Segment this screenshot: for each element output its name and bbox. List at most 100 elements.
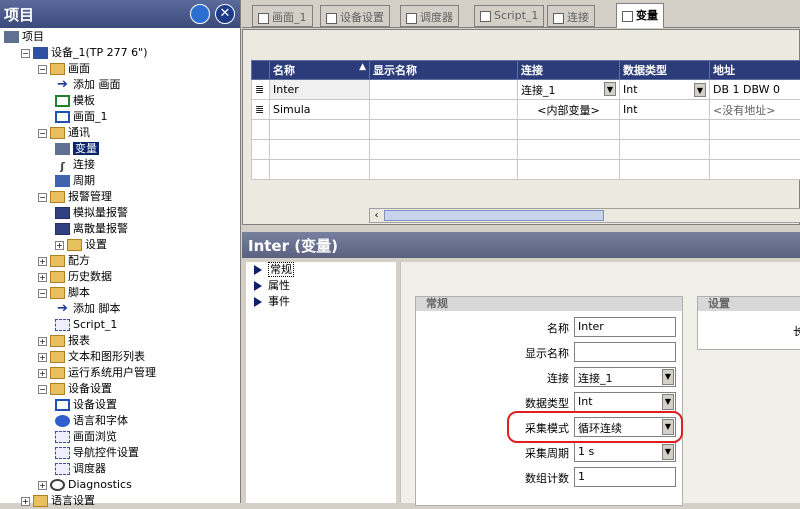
tree-item[interactable]: +文本和图形列表 [38,349,145,365]
expand-icon[interactable]: + [38,481,47,490]
field-input[interactable] [574,342,676,362]
field-input[interactable]: 连接_1 ▼ [574,367,676,387]
tab-4[interactable]: 连接 [547,5,595,27]
tree-item-label: 设备设置 [68,382,112,395]
tree-item[interactable]: ➔添加 脚本 [55,301,121,317]
chevron-down-icon[interactable]: ▼ [604,82,616,96]
tag-name-cell[interactable]: Simula [270,100,370,120]
tree-item[interactable]: −画面 [38,61,90,77]
collapse-icon[interactable]: − [38,193,47,202]
tree-item[interactable]: −通讯 [38,125,90,141]
column-header-name[interactable]: 名称▲ [270,61,370,80]
tree-item[interactable]: + 配方 [38,253,90,269]
collapse-icon[interactable]: − [38,129,47,138]
tree-item[interactable]: +设置 [55,237,107,253]
tree-item-label: 设备设置 [73,398,117,411]
chevron-down-icon[interactable]: ▼ [694,83,706,97]
general-group: 常规 名称Inter显示名称连接连接_1▼数据类型Int▼采集模式循环连续▼采集… [415,296,683,506]
tag-data-type-cell[interactable]: Int▼ [620,80,710,100]
tree-item[interactable]: ʃ连接 [55,157,95,173]
scheduler-icon [406,13,417,24]
expand-icon[interactable]: + [21,497,30,506]
table-row[interactable]: ≣ Simula <内部变量> Int <没有地址> [252,100,800,120]
expand-icon[interactable]: + [55,241,64,250]
scroll-left-icon[interactable]: ‹ [370,209,383,222]
tag-data-type-cell[interactable]: Int [620,100,710,120]
field-input[interactable]: Inter [574,317,676,337]
field-label: 名称 [547,320,569,336]
collapse-icon[interactable]: − [38,385,47,394]
tree-item[interactable]: 导航控件设置 [55,445,139,461]
tree-item[interactable]: +语言设置 [21,493,95,509]
tree-item[interactable]: 设备设置 [55,397,117,413]
tree-item[interactable]: 画面_1 [55,109,108,125]
field-input[interactable]: 1 s▼ [574,442,676,462]
tree-item[interactable]: 画面浏览 [55,429,117,445]
field-value: 连接_1 [578,372,613,385]
row-selector-icon[interactable]: ≣ [252,80,270,100]
tab-1[interactable]: 设备设置 [320,5,390,27]
tree-item[interactable]: − 设备设置 [38,381,112,397]
tag-connection-cell[interactable]: <内部变量> [518,100,620,120]
nav-item-properties[interactable]: 属性 [254,278,290,294]
tag-address-cell[interactable]: DB 1 DBW 0 [710,80,800,100]
table-row-empty[interactable] [252,140,800,160]
chevron-down-icon[interactable]: ▼ [662,444,674,460]
tree-item[interactable]: ➔添加 画面 [55,77,121,93]
tree-item[interactable]: +历史数据 [38,269,112,285]
tree-item[interactable]: 周期 [55,173,95,189]
chevron-down-icon[interactable]: ▼ [662,394,674,410]
horizontal-scrollbar[interactable]: ‹ [369,208,800,223]
table-row[interactable]: ≣ Inter 连接_1▼ Int▼ DB 1 DBW 0 [252,80,800,100]
tree-item-label: 模板 [73,94,95,107]
tree-item[interactable]: 变量 [55,141,99,157]
tree-item-label: 配方 [68,254,90,267]
tree-item[interactable]: −设备_1(TP 277 6") [21,45,147,61]
column-header-address[interactable]: 地址 [710,61,800,80]
tab-3[interactable]: Script_1 [474,5,544,27]
tree-item[interactable]: −脚本 [38,285,90,301]
row-selector-icon[interactable]: ≣ [252,100,270,120]
tree-item[interactable]: 项目 [4,29,44,45]
tag-display-name-cell[interactable] [370,100,518,120]
expand-icon[interactable]: + [38,337,47,346]
tree-item-label: 连接 [73,158,95,171]
tag-display-name-cell[interactable] [370,80,518,100]
tab-0[interactable]: 画面_1 [252,5,313,27]
tag-connection-cell[interactable]: 连接_1▼ [518,80,620,100]
scrollbar-thumb[interactable] [384,210,604,221]
chevron-down-icon[interactable]: ▼ [662,369,674,385]
table-row-empty[interactable] [252,120,800,140]
table-row-empty[interactable] [252,160,800,180]
column-header-display-name[interactable]: 显示名称 [370,61,518,80]
field-input[interactable]: 1 [574,467,676,487]
expand-icon[interactable]: + [38,273,47,282]
tree-item[interactable]: +运行系统用户管理 [38,365,156,381]
expand-icon[interactable]: + [38,257,47,266]
column-header-data-type[interactable]: 数据类型 [620,61,710,80]
tree-item[interactable]: +报表 [38,333,90,349]
field-input[interactable]: Int▼ [574,392,676,412]
tree-item[interactable]: 离散量报警 [55,221,128,237]
nav-item-events[interactable]: 事件 [254,294,290,310]
expand-icon[interactable]: + [38,353,47,362]
tree-item[interactable]: 模板 [55,93,95,109]
column-header-connection[interactable]: 连接 [518,61,620,80]
tag-address-cell[interactable]: <没有地址> [710,100,800,120]
collapse-icon[interactable]: − [38,65,47,74]
expand-icon[interactable]: + [38,369,47,378]
tree-item[interactable]: 模拟量报警 [55,205,128,221]
tree-item[interactable]: 调度器 [55,461,106,477]
tab-5[interactable]: 变量 [616,3,664,28]
close-icon[interactable]: ✕ [215,4,235,24]
tag-name-cell[interactable]: Inter [270,80,370,100]
collapse-icon[interactable]: − [21,49,30,58]
collapse-icon[interactable]: − [38,289,47,298]
tree-item[interactable]: −报警管理 [38,189,112,205]
nav-item-general[interactable]: 常规 [254,262,294,278]
tab-2[interactable]: 调度器 [400,5,459,27]
pin-icon[interactable] [190,4,210,24]
tree-item[interactable]: 语言和字体 [55,413,128,429]
tree-item[interactable]: Script_1 [55,317,117,333]
tree-item[interactable]: +Diagnostics [38,477,132,493]
